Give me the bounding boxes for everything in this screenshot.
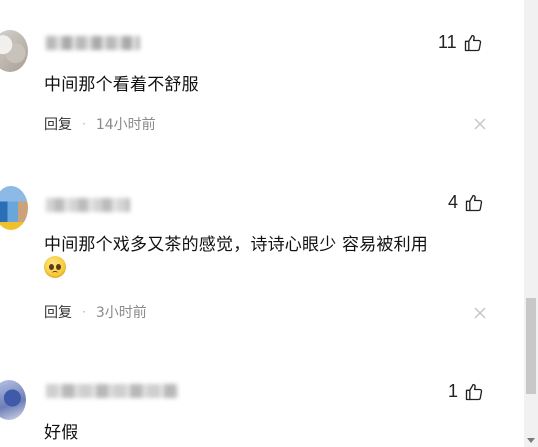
like-button[interactable]: 4 xyxy=(448,192,484,213)
comment-text: 好假 xyxy=(44,423,79,443)
thumbs-up-icon xyxy=(464,34,481,51)
like-count: 11 xyxy=(438,32,457,52)
scrollbar-thumb[interactable] xyxy=(526,298,536,394)
scroll-down-arrow-icon[interactable] xyxy=(527,438,535,443)
comment-time: 3小时前 xyxy=(95,305,147,321)
thumbs-up-icon xyxy=(465,383,483,400)
comment-text: 中间那个戏多又茶的感觉，诗诗心眼少 容易被利用 xyxy=(44,235,429,255)
separator-dot: · xyxy=(82,305,86,319)
reply-button[interactable]: 回复 xyxy=(44,302,72,322)
reply-button[interactable]: 回复 xyxy=(44,114,72,134)
username-blurred[interactable] xyxy=(46,36,140,50)
username-blurred[interactable] xyxy=(46,384,178,398)
user-avatar[interactable] xyxy=(0,30,28,72)
username-blurred[interactable] xyxy=(46,198,130,212)
pleading-face-emoji-icon xyxy=(44,256,66,278)
user-avatar[interactable] xyxy=(0,186,28,230)
comment-text: 中间那个看着不舒服 xyxy=(44,75,199,95)
like-button[interactable]: 1 xyxy=(448,381,484,402)
like-count: 4 xyxy=(448,192,459,212)
separator-dot: · xyxy=(82,117,86,131)
vertical-scrollbar[interactable] xyxy=(524,0,538,447)
comment-meta: 回复 · 14小时前 xyxy=(44,114,156,134)
user-avatar[interactable] xyxy=(0,380,26,420)
comment-meta: 回复 · 3小时前 xyxy=(44,302,147,322)
close-icon[interactable] xyxy=(474,307,486,319)
comment-time: 14小时前 xyxy=(95,117,156,133)
close-icon[interactable] xyxy=(474,118,486,130)
thumbs-up-icon xyxy=(465,194,483,211)
comment-list: 11 中间那个看着不舒服 回复 · 14小时前 4 中间那个戏多又茶的感觉，诗诗… xyxy=(0,0,538,447)
like-button[interactable]: 11 xyxy=(438,32,483,53)
like-count: 1 xyxy=(448,381,459,401)
